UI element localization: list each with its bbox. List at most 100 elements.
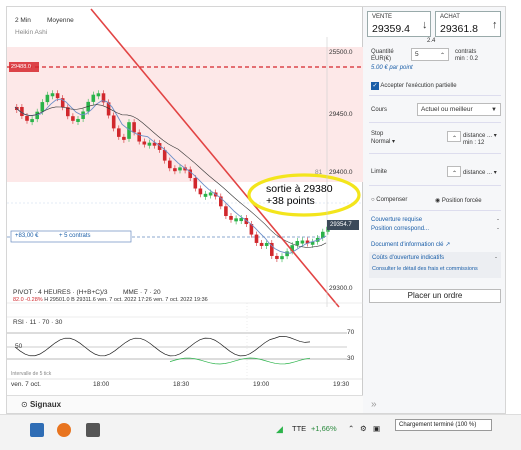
- stock-trend-icon[interactable]: ◢: [276, 424, 283, 435]
- indicator-label[interactable]: Moyenne: [47, 17, 74, 24]
- candle: [91, 94, 96, 102]
- couverture-requise-link[interactable]: Couverture requise: [371, 217, 422, 223]
- collapse-panel-icon[interactable]: »: [371, 399, 377, 410]
- candle: [224, 206, 228, 216]
- annotation-line-2: +38 points: [266, 195, 315, 207]
- position-profit[interactable]: +83,00 €: [15, 233, 39, 239]
- time-tick: 19:30: [333, 381, 350, 388]
- cours-value: Actuel ou meilleur: [421, 106, 473, 113]
- quantity-label: Quantité: [371, 49, 394, 55]
- chevron-up-icon[interactable]: ⌃: [348, 424, 354, 433]
- stepper-icon[interactable]: ⌃: [440, 52, 445, 59]
- stop-stepper[interactable]: ⌃: [447, 131, 461, 142]
- mme-label[interactable]: MME · 7 · 20: [123, 289, 161, 296]
- stepper-icon[interactable]: ⌃: [452, 170, 457, 177]
- info-val: H 29501.0: [44, 297, 70, 303]
- candle: [168, 160, 172, 169]
- sell-price: 29359.4: [372, 23, 410, 35]
- rsi-label[interactable]: RSI · 11 · 70 · 30: [13, 319, 62, 326]
- candle: [295, 241, 300, 246]
- timeframe-label[interactable]: 2 Min: [15, 17, 31, 24]
- time-tick: 18:30: [173, 381, 190, 388]
- chart-pane[interactable]: 2 Min Moyenne Heikin Ashi 25500.0 29450.…: [7, 7, 363, 413]
- couverture-value: -: [497, 217, 499, 223]
- avast-icon[interactable]: [57, 423, 71, 437]
- cours-select[interactable]: Actuel ou meilleur ▼: [417, 103, 501, 116]
- candle: [229, 215, 233, 220]
- quantity-unit[interactable]: EUR(€): [371, 56, 391, 62]
- limite-label: Limite: [371, 169, 388, 175]
- external-link-icon: ↗: [445, 242, 451, 248]
- candle: [254, 234, 259, 243]
- stop-label: Stop: [371, 131, 384, 137]
- candle: [71, 116, 75, 121]
- limite-distance-select[interactable]: distance ... ▾: [463, 169, 497, 176]
- position-correspond-value: -: [497, 226, 499, 232]
- calculator-icon[interactable]: [30, 423, 44, 437]
- doc-info-label: Document d'information clé: [371, 242, 444, 248]
- candle: [239, 218, 243, 222]
- candle: [96, 93, 101, 97]
- stepper-icon[interactable]: ⌃: [452, 135, 457, 142]
- checkbox-checked-icon[interactable]: ✓: [371, 82, 379, 90]
- quantity-value: 5: [415, 51, 419, 58]
- download-toast: Chargement terminé (100 %): [395, 419, 492, 431]
- info-val: -0.28%: [25, 297, 43, 303]
- couts-detail-link[interactable]: Consulter le détail des frais et commiss…: [372, 266, 478, 272]
- candle: [208, 192, 213, 196]
- chevron-down-icon: ▼: [491, 107, 497, 113]
- sell-label: VENTE: [372, 14, 393, 20]
- position-correspond-link[interactable]: Position correspond...: [371, 226, 429, 232]
- price-tick: 25500.0: [329, 49, 353, 56]
- radio-unchecked-icon[interactable]: ○: [371, 197, 375, 203]
- stop-distance-select[interactable]: distance ... ▾: [463, 132, 497, 139]
- app-icon[interactable]: [86, 423, 100, 437]
- radio-checked-icon[interactable]: ◉: [435, 198, 440, 204]
- position-contracts[interactable]: + 5 contrats: [59, 233, 91, 239]
- position-forcee-label: Position forcée: [441, 198, 482, 204]
- network-icon[interactable]: ▣: [373, 424, 380, 433]
- cours-label: Cours: [371, 107, 388, 113]
- pivot-label[interactable]: PIVOT · 4 HEURES · (H+B+C)/3: [13, 289, 108, 296]
- rsi-line: [14, 335, 311, 357]
- stop-min-label: min : 12: [463, 140, 485, 146]
- divider: [369, 95, 501, 96]
- compenser-radio[interactable]: ○ Compenser: [371, 197, 407, 203]
- sell-button[interactable]: VENTE 29359.4 ↓: [367, 11, 431, 37]
- signaux-bar[interactable]: ⊙ Signaux: [7, 395, 363, 413]
- left-price-tag: 29488.0: [11, 64, 31, 70]
- stop-mode-select[interactable]: Normal ▾: [371, 138, 395, 145]
- couts-label[interactable]: Coûts d'ouverture indicatifs: [372, 255, 444, 261]
- buy-price: 29361.8: [440, 23, 478, 35]
- chevron-down-icon: ▾: [493, 170, 497, 176]
- divider: [369, 122, 501, 123]
- info-val: 82.0: [13, 297, 24, 303]
- buy-button[interactable]: ACHAT 29361.8 ↑: [435, 11, 501, 37]
- rsi-level-label: 30: [347, 355, 355, 362]
- annotation-text: sortie à 29380 +38 points: [266, 183, 342, 207]
- placer-ordre-button[interactable]: Placer un ordre: [369, 289, 501, 303]
- price-tick: 29450.0: [329, 111, 353, 118]
- accept-partial-row[interactable]: ✓ Accepter l'exécution partielle: [371, 82, 457, 90]
- min-label: min : 0.2: [455, 56, 479, 62]
- couts-value: -: [495, 255, 497, 261]
- candle: [234, 218, 238, 222]
- divider: [369, 210, 501, 211]
- settings-icon[interactable]: ⚙: [360, 424, 367, 433]
- tte-label[interactable]: TTE: [292, 424, 306, 433]
- annotation-line-1: sortie à 29380: [266, 183, 333, 195]
- quantity-input[interactable]: 5 ⌃: [411, 48, 449, 61]
- limite-stepper[interactable]: ⌃: [447, 166, 461, 177]
- buy-label: ACHAT: [440, 14, 460, 20]
- heikin-label: Heikin Ashi: [15, 29, 48, 36]
- candle: [137, 132, 141, 142]
- rsi-level-label: 70: [347, 329, 355, 336]
- limite-distance-value: distance ...: [463, 170, 493, 176]
- tte-change[interactable]: +1,66%: [311, 424, 337, 433]
- candle: [132, 122, 136, 133]
- doc-info-link[interactable]: Document d'information clé ↗: [371, 241, 450, 248]
- signaux-label[interactable]: ⊙ Signaux: [21, 400, 61, 409]
- candle: [198, 188, 203, 195]
- divider: [369, 185, 501, 186]
- position-forcee-radio[interactable]: ◉ Position forcée: [435, 197, 482, 204]
